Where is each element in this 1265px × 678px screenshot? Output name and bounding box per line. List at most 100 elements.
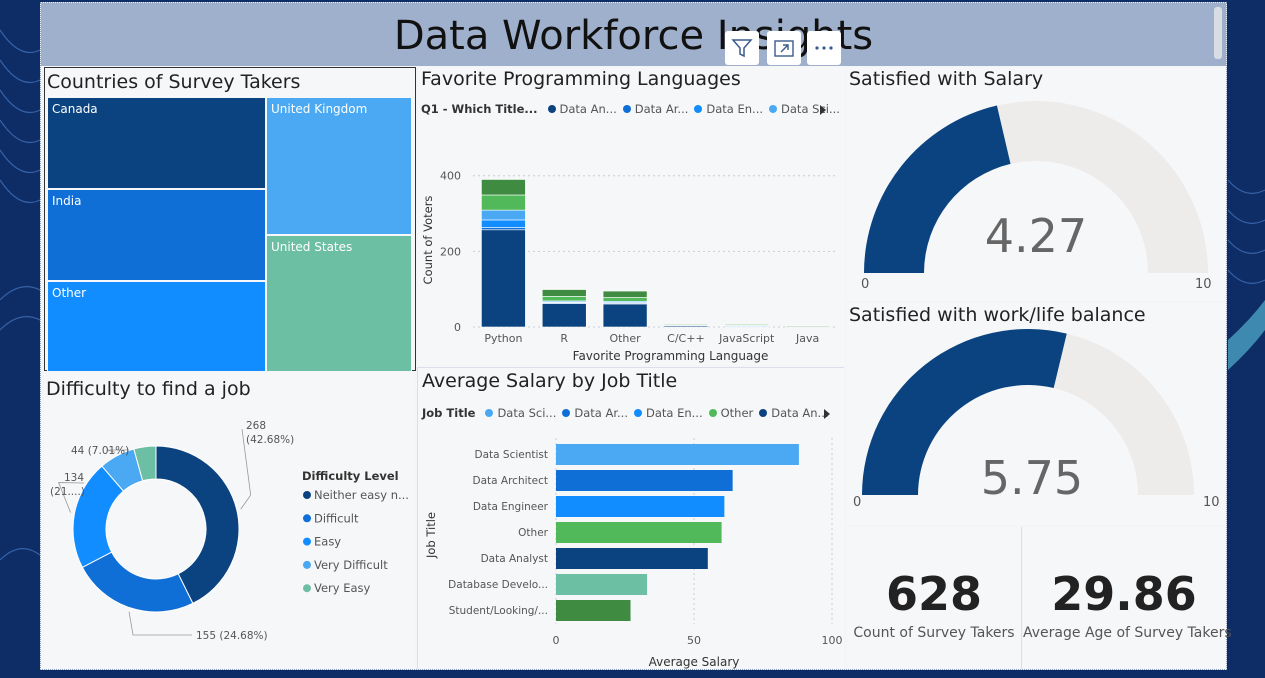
bar-segment[interactable] [724, 324, 770, 326]
legend-next-chevron-icon[interactable] [822, 408, 832, 420]
bar-segment[interactable] [481, 179, 526, 196]
donut-legend-swatch [303, 560, 311, 569]
treemap-cell-canada[interactable]: Canada [47, 97, 266, 189]
legend-item-data-analyst[interactable]: Data An... [771, 406, 828, 420]
legend-item-data-analyst[interactable]: Data An... [560, 102, 617, 116]
age-card-value: 29.86 [1051, 567, 1197, 621]
stacked-bar-chart: 0 200 400 Python R Other C/C++ JavaScript Java Co… [421, 170, 838, 363]
bar-segment[interactable] [541, 296, 587, 302]
y-tick-label: Data Architect [473, 475, 549, 487]
y-tick-label: 0 [454, 321, 461, 334]
gauge-salary-panel: Satisfied with Salary 0 10 4.27 [847, 67, 1225, 301]
report-title: Data Workforce Insights [393, 13, 874, 59]
treemap-cell-united-states[interactable]: United States [266, 235, 412, 372]
x-tick-label: 100 [822, 634, 843, 647]
more-options-icon [815, 46, 833, 50]
treemap-cell-other[interactable]: Other [47, 281, 266, 372]
legend-next-chevron-icon[interactable] [818, 104, 828, 116]
count-card-value: 628 [885, 567, 983, 621]
hbar-bar[interactable] [556, 470, 733, 491]
focus-mode-button[interactable] [767, 31, 801, 65]
filter-button[interactable] [725, 31, 759, 65]
bar-segment[interactable] [541, 303, 587, 328]
donut-data-label: 268 [246, 420, 266, 432]
hbar-bar[interactable] [556, 496, 725, 517]
donut-legend-item[interactable]: Neither easy n... [314, 488, 409, 502]
legend-swatch [759, 409, 768, 417]
gauge-salary-title: Satisfied with Salary [849, 68, 1044, 90]
donut-data-label: 44 (7.01%) [71, 445, 129, 457]
legend-item-data-engineer[interactable]: Data En... [646, 406, 703, 420]
legend-swatch [562, 409, 571, 417]
legend-swatch [547, 105, 556, 113]
donut-data-label: 155 (24.68%) [196, 630, 268, 642]
bar-segment[interactable] [481, 194, 526, 211]
age-card: 29.86 Average Age of Survey Takers [1023, 527, 1232, 669]
donut-title: Difficulty to find a job [46, 378, 251, 400]
hbar-bar[interactable] [556, 574, 648, 595]
treemap-cell-india[interactable]: India [47, 189, 266, 281]
legend-swatch [708, 409, 717, 417]
legend-swatch [769, 105, 778, 113]
bar-segment[interactable] [541, 289, 587, 297]
hbar-legend-title: Job Title [422, 406, 476, 420]
gauge-salary-min-label: 0 [861, 277, 870, 292]
donut-data-label: (21....) [50, 486, 85, 498]
donut-legend-item[interactable]: Easy [314, 535, 341, 549]
more-options-button[interactable] [807, 31, 841, 65]
gauge-balance-panel: Satisfied with work/life balance 0 10 5.… [847, 303, 1225, 525]
bar-segment[interactable] [663, 323, 709, 326]
bar-segment[interactable] [481, 229, 526, 328]
hbar-chart: 0 50 100 Data Scientist Data Architect Data E… [424, 438, 843, 669]
report-canvas: Data Workforce Insights Countries of Sur… [40, 2, 1232, 670]
y-tick-label: 200 [440, 245, 461, 258]
donut-chart: 268 (42.68%) 155 (24.68%) 134 (21....) 44 (7.… [50, 420, 409, 642]
bar-segment[interactable] [602, 290, 648, 298]
x-tick-label: Python [484, 332, 522, 345]
legend-swatch [633, 409, 642, 417]
donut-legend-swatch [303, 584, 311, 593]
stacked-bar-panel: Favorite Programming Languages Q1 - Whic… [418, 67, 845, 365]
stacked-bar-legend-title: Q1 - Which Title... [421, 102, 538, 116]
x-tick-label: 50 [687, 634, 701, 647]
treemap-cell-united-kingdom[interactable]: United Kingdom [266, 97, 412, 235]
x-tick-label: C/C++ [667, 332, 705, 345]
gauge-balance-title: Satisfied with work/life balance [849, 304, 1146, 326]
hbar-bar[interactable] [556, 600, 631, 621]
y-tick-label: Data Scientist [475, 449, 549, 461]
treemap-panel: Countries of Survey Takers Canada India … [44, 67, 416, 372]
legend-item-data-scientist[interactable]: Data Sci... [781, 102, 840, 116]
donut-legend-item[interactable]: Difficult [314, 511, 359, 525]
legend-item-data-engineer[interactable]: Data En... [706, 102, 763, 116]
donut-legend-title: Difficulty Level [302, 469, 399, 483]
bar-segment[interactable] [602, 297, 648, 302]
bar-segment[interactable] [785, 325, 830, 327]
donut-legend-item[interactable]: Very Difficult [314, 558, 388, 572]
legend-item-data-architect[interactable]: Data Ar... [635, 102, 689, 116]
donut-data-label: (42.68%) [246, 434, 294, 446]
bar-segment[interactable] [481, 227, 526, 231]
bar-segment[interactable] [481, 209, 526, 221]
bar-segment[interactable] [481, 219, 526, 228]
count-card: 628 Count of Survey Takers [847, 527, 1021, 669]
treemap-title: Countries of Survey Takers [47, 71, 301, 93]
gauge-balance-min-label: 0 [853, 495, 862, 510]
age-card-label: Average Age of Survey Takers [1023, 625, 1232, 641]
hbar-bar[interactable] [556, 522, 722, 543]
focus-mode-icon [774, 40, 794, 57]
hbar-legend: Job Title Data Sci... Data Ar... Data En… [422, 406, 829, 420]
donut-legend-item[interactable]: Very Easy [314, 581, 371, 595]
hbar-bar[interactable] [556, 548, 708, 569]
scrollbar-thumb[interactable] [1214, 7, 1222, 59]
stacked-bar-legend: Q1 - Which Title... Data An... Data Ar..… [421, 102, 840, 116]
bar-segment[interactable] [602, 303, 648, 328]
donut-slice[interactable] [81, 551, 194, 613]
data-label-leader [128, 611, 192, 636]
legend-item-other[interactable]: Other [721, 406, 754, 420]
y-tick-label: Other [518, 527, 548, 539]
x-tick-label: 0 [553, 634, 560, 647]
legend-item-data-architect[interactable]: Data Ar... [574, 406, 628, 420]
hbar-bar[interactable] [556, 444, 799, 465]
legend-item-data-scientist[interactable]: Data Sci... [497, 406, 556, 420]
gauge-balance-value: 5.75 [980, 451, 1084, 505]
